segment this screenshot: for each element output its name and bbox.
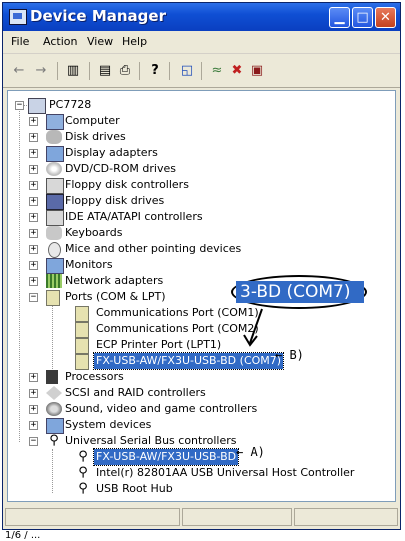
annotation-a: ← A) <box>236 445 265 459</box>
callout-arrow <box>243 308 263 347</box>
annotation-b: ← B) <box>275 348 304 362</box>
footer-text: 1/6 / ... <box>5 530 41 541</box>
